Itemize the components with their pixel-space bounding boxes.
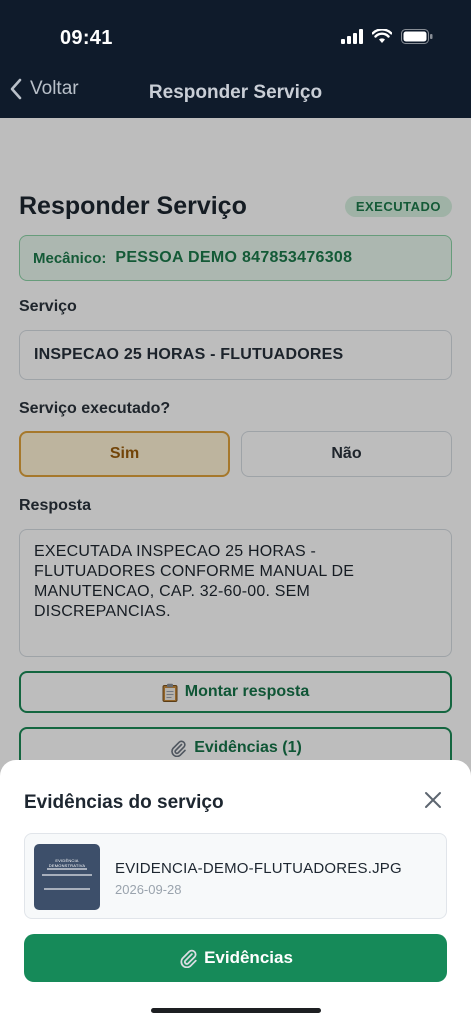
- nav-bar: Responder Serviço Voltar: [0, 68, 471, 118]
- status-time: 09:41: [60, 27, 113, 49]
- evidence-date: 2026-09-28: [115, 882, 182, 897]
- cellular-signal-icon: [341, 29, 363, 44]
- battery-icon: [401, 29, 433, 44]
- evidences-button-label: Evidências: [204, 948, 293, 967]
- evidence-file-name: EVIDENCIA-DEMO-FLUTUADORES.JPG: [115, 860, 402, 877]
- evidences-button[interactable]: Evidências: [24, 934, 447, 982]
- home-indicator: [151, 1008, 321, 1013]
- close-icon[interactable]: [424, 791, 442, 809]
- status-bar: 09:41: [0, 0, 471, 68]
- evidences-bottom-sheet: Evidências do serviço EVIDÊNCIA DEMONSTR…: [0, 760, 471, 1024]
- thumbnail-line: [44, 888, 90, 890]
- paperclip-icon: [180, 949, 197, 968]
- evidence-thumbnail[interactable]: EVIDÊNCIA DEMONSTRATIVA: [34, 844, 100, 910]
- sheet-title: Evidências do serviço: [24, 792, 224, 813]
- thumbnail-line: [42, 874, 92, 876]
- thumbnail-title: EVIDÊNCIA DEMONSTRATIVA: [48, 858, 86, 868]
- back-label: Voltar: [30, 78, 79, 99]
- status-icons: [341, 29, 433, 44]
- evidence-item[interactable]: EVIDÊNCIA DEMONSTRATIVA EVIDENCIA-DEMO-F…: [24, 833, 447, 919]
- back-button[interactable]: Voltar: [10, 78, 79, 100]
- chevron-left-icon: [10, 78, 22, 100]
- wifi-icon: [372, 29, 392, 43]
- thumbnail-line: [47, 868, 87, 870]
